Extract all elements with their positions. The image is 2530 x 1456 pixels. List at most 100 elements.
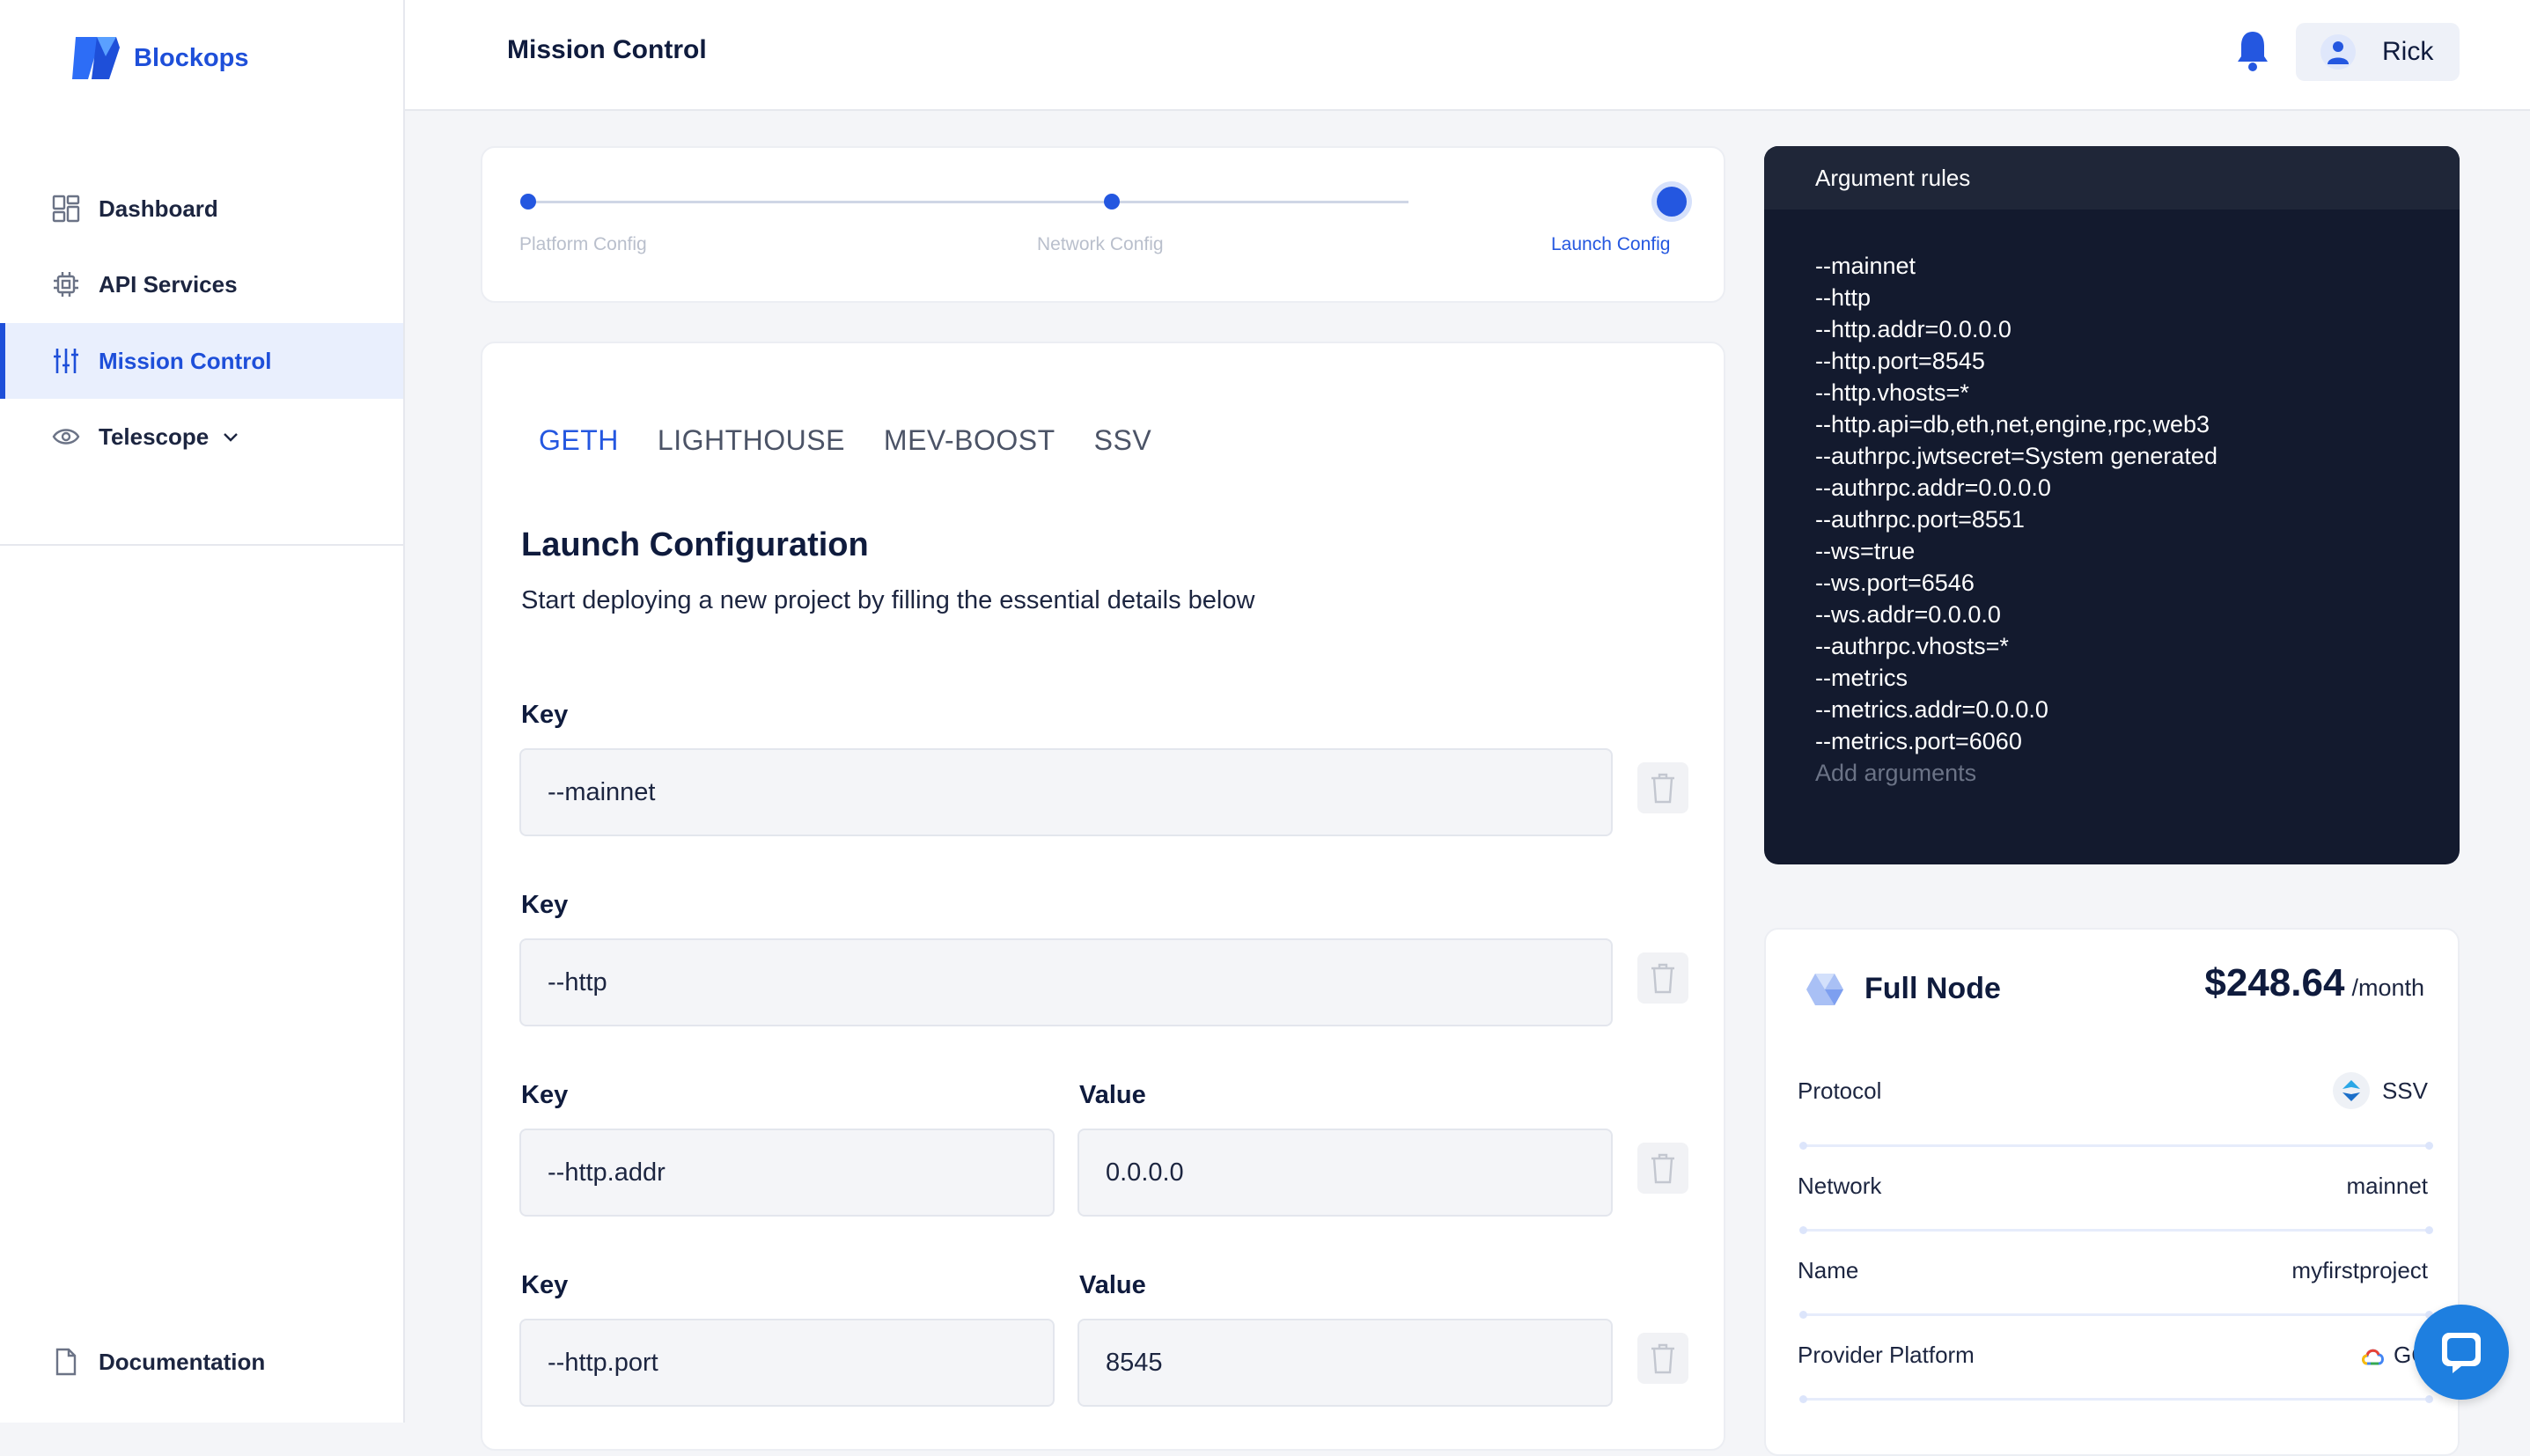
node-type-title: Full Node: [1864, 972, 2001, 1005]
sidebar-item-label: API Services: [99, 270, 238, 298]
argument-line: --metrics.port=6060: [1815, 728, 2022, 754]
google-cloud-icon: [2360, 1346, 2385, 1365]
trash-icon: [1651, 1153, 1674, 1184]
avatar: [2320, 34, 2356, 70]
key-input[interactable]: --mainnet: [519, 748, 1613, 836]
summary-value: SSV: [2381, 1077, 2428, 1104]
key-label: Key: [521, 1081, 569, 1109]
tab-lighthouse[interactable]: LIGHTHOUSE: [658, 424, 845, 457]
argument-line: --ws=true: [1815, 538, 1916, 564]
argument-list[interactable]: --mainnet --http --http.addr=0.0.0.0 --h…: [1815, 250, 2217, 789]
step-label-network: Network Config: [1037, 234, 1164, 254]
eye-icon: [51, 422, 81, 452]
summary-row-provider: Provider Platform GC: [1798, 1342, 2428, 1369]
step-dot-network[interactable]: [1104, 194, 1120, 210]
delete-row-button[interactable]: [1637, 1333, 1688, 1384]
tab-geth[interactable]: GETH: [539, 424, 619, 457]
argument-line: --http.addr=0.0.0.0: [1815, 316, 2011, 342]
key-label: Key: [521, 701, 569, 729]
delete-row-button[interactable]: [1637, 1143, 1688, 1194]
tab-mev-boost[interactable]: MEV-BOOST: [884, 424, 1055, 457]
step-label-launch: Launch Config: [1551, 234, 1671, 254]
top-header: Mission Control Rick: [405, 0, 2530, 111]
sidebar-item-dashboard[interactable]: Dashboard: [0, 171, 403, 246]
chevron-down-icon[interactable]: [221, 427, 240, 446]
brand-logo[interactable]: Blockops: [70, 35, 249, 81]
value-label: Value: [1079, 1081, 1146, 1109]
chat-icon: [2442, 1333, 2481, 1373]
bell-icon[interactable]: [2236, 28, 2269, 77]
summary-value: myfirstproject: [2291, 1257, 2428, 1283]
argument-line: --metrics.addr=0.0.0.0: [1815, 696, 2048, 723]
trash-icon: [1651, 963, 1674, 994]
sidebar-item-telescope[interactable]: Telescope: [0, 399, 403, 474]
summary-value: mainnet: [2346, 1173, 2429, 1199]
argument-rules-title: Argument rules: [1764, 146, 2460, 210]
argument-line: --authrpc.port=8551: [1815, 506, 2025, 533]
argument-line: --mainnet: [1815, 253, 1916, 279]
summary-label: Protocol: [1798, 1077, 1882, 1104]
user-name: Rick: [2382, 37, 2434, 66]
sidebar-item-documentation[interactable]: Documentation: [0, 1324, 403, 1400]
key-input[interactable]: --http.addr: [519, 1129, 1055, 1217]
value-label: Value: [1079, 1271, 1146, 1299]
summary-row-network: Network mainnet: [1798, 1173, 2428, 1200]
delete-row-button[interactable]: [1637, 952, 1688, 1004]
step-connector: [528, 201, 1408, 203]
key-input[interactable]: --http: [519, 938, 1613, 1026]
sidebar-item-label: Telescope: [99, 423, 210, 450]
summary-divider: [1799, 1395, 2433, 1403]
document-icon: [51, 1347, 81, 1377]
form-subtitle: Start deploying a new project by filling…: [521, 586, 1255, 614]
summary-label: Network: [1798, 1173, 1882, 1199]
argument-line: --ws.port=6546: [1815, 570, 1975, 596]
argument-line: --http.port=8545: [1815, 348, 1985, 374]
sidebar-item-label: Mission Control: [99, 347, 272, 374]
node-cube-icon: [1805, 972, 1845, 1011]
brand-name: Blockops: [134, 43, 249, 72]
summary-label: Provider Platform: [1798, 1342, 1975, 1368]
user-menu[interactable]: Rick: [2296, 23, 2460, 81]
dashboard-icon: [51, 194, 81, 224]
price-unit: /month: [2351, 974, 2424, 1001]
trash-icon: [1651, 773, 1674, 804]
sliders-icon: [51, 346, 81, 376]
summary-row-name: Name myfirstproject: [1798, 1257, 2428, 1284]
key-input[interactable]: --http.port: [519, 1319, 1055, 1407]
summary-label: Name: [1798, 1257, 1859, 1283]
sidebar-item-label: Documentation: [99, 1348, 266, 1375]
summary-divider: [1799, 1142, 2433, 1150]
summary-divider: [1799, 1226, 2433, 1234]
ssv-logo-icon: [2332, 1072, 2370, 1109]
sidebar-item-mission-control[interactable]: Mission Control: [0, 323, 403, 399]
delete-row-button[interactable]: [1637, 762, 1688, 813]
step-dot-launch[interactable]: [1657, 187, 1687, 217]
progress-stepper: Platform Config Network Config Launch Co…: [481, 146, 1725, 303]
summary-row-protocol: Protocol SSV: [1798, 1072, 2428, 1109]
argument-rules-panel: Argument rules --mainnet --http --http.a…: [1764, 146, 2460, 864]
argument-line: --http.api=db,eth,net,engine,rpc,web3: [1815, 411, 2210, 438]
step-dot-platform[interactable]: [520, 194, 536, 210]
summary-divider: [1799, 1311, 2433, 1319]
launch-config-form: GETH LIGHTHOUSE MEV-BOOST SSV Launch Con…: [481, 342, 1725, 1451]
trash-icon: [1651, 1343, 1674, 1374]
price-value: $248.64: [2204, 961, 2345, 1004]
argument-line: --http.vhosts=*: [1815, 379, 1969, 406]
argument-line: --authrpc.addr=0.0.0.0: [1815, 474, 2051, 501]
chat-support-button[interactable]: [2414, 1305, 2509, 1400]
value-input[interactable]: 0.0.0.0: [1077, 1129, 1613, 1217]
value-input[interactable]: 8545: [1077, 1319, 1613, 1407]
step-label-platform: Platform Config: [519, 234, 647, 254]
add-arguments-input[interactable]: Add arguments: [1815, 757, 2217, 789]
key-label: Key: [521, 1271, 569, 1299]
sidebar-item-label: Dashboard: [99, 195, 218, 222]
client-tabs: GETH LIGHTHOUSE MEV-BOOST SSV: [539, 424, 1190, 457]
argument-line: --authrpc.jwtsecret=System generated: [1815, 443, 2217, 469]
node-summary-card: Full Node $248.64 /month Protocol SSV Ne…: [1764, 928, 2460, 1456]
sidebar-item-api-services[interactable]: API Services: [0, 246, 403, 322]
chip-icon: [51, 269, 81, 299]
argument-line: --ws.addr=0.0.0.0: [1815, 601, 2001, 628]
key-label: Key: [521, 891, 569, 919]
tab-ssv[interactable]: SSV: [1094, 424, 1152, 457]
argument-line: --authrpc.vhosts=*: [1815, 633, 2009, 659]
